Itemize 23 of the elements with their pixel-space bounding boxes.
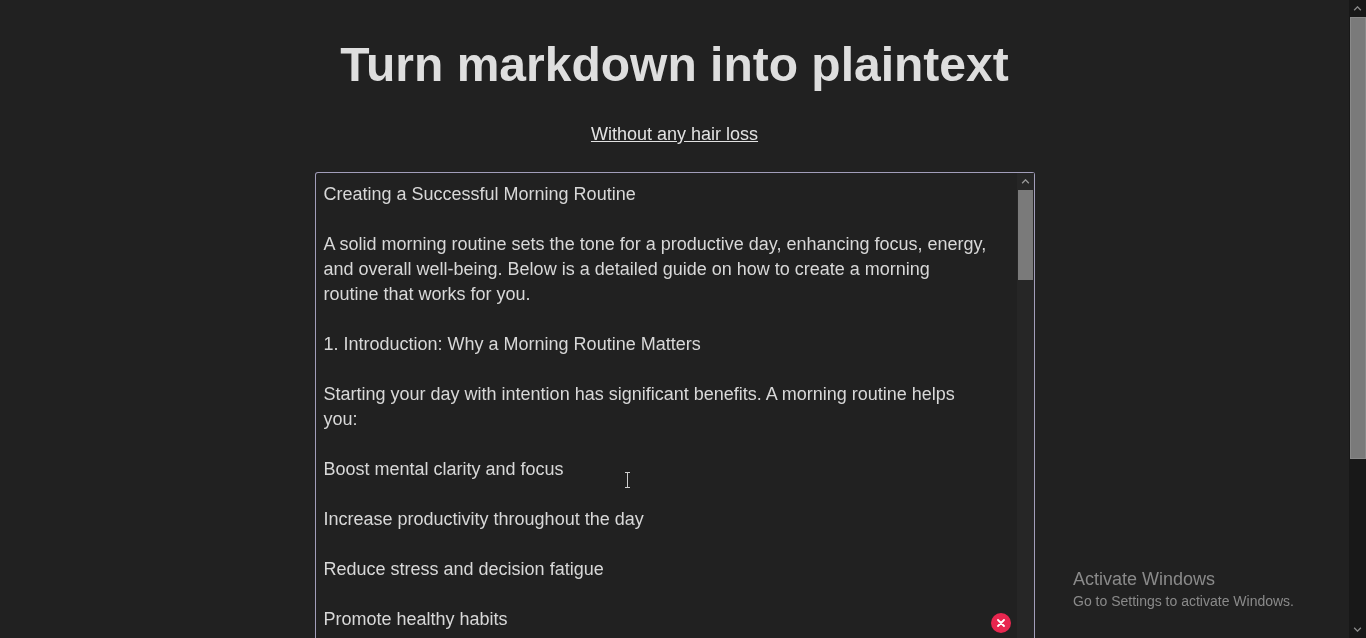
chevron-up-icon[interactable] (1353, 6, 1362, 11)
page-scrollbar[interactable] (1349, 0, 1366, 638)
subtitle-link[interactable]: Without any hair loss (590, 122, 759, 146)
paragraph: Reduce stress and decision fatigue (323, 558, 604, 581)
page-title: Turn markdown into plaintext (340, 37, 1009, 93)
activation-message: Go to Settings to activate Windows. (1073, 592, 1294, 610)
paragraph: Increase productivity throughout the day (323, 508, 644, 531)
close-icon (996, 619, 1005, 627)
paragraph: Boost mental clarity and focus (323, 458, 564, 481)
scrollbar-thumb[interactable] (1017, 190, 1033, 280)
text-area[interactable] (314, 172, 1035, 638)
text-cursor-icon (624, 472, 631, 488)
activation-title: Activate Windows (1073, 568, 1217, 590)
chevron-down-icon[interactable] (1353, 627, 1362, 632)
paragraph: Starting your day with intention has significant benefits. A morning routine helps you: (323, 383, 955, 431)
scrollbar-thumb[interactable] (1349, 17, 1366, 459)
chevron-up-icon[interactable] (1020, 179, 1030, 184)
paragraph: Creating a Successful Morning Routine (323, 183, 636, 206)
clear-button[interactable] (990, 613, 1011, 633)
scrollbar[interactable] (1016, 173, 1034, 638)
paragraph: A solid morning routine sets the tone for a productive day, enhancing focus, energy, and overall well-being. Below is a detailed guide on how to create a morning routine that works for you. (323, 233, 987, 306)
paragraph: Promote healthy habits (323, 608, 508, 631)
paragraph: 1. Introduction: Why a Morning Routine Matters (323, 333, 701, 356)
